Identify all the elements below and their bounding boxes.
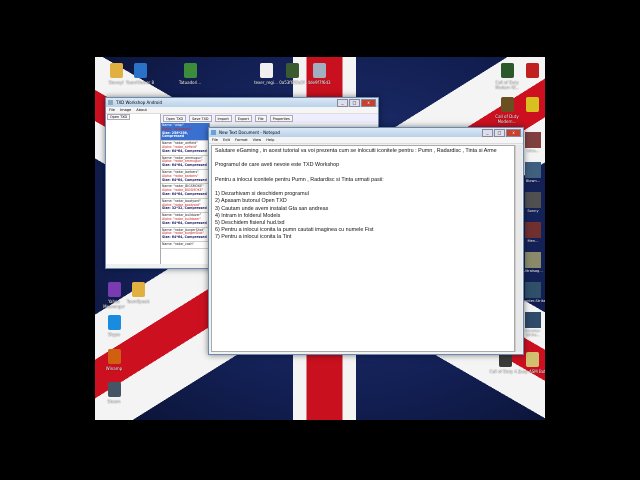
desktop-shortcut[interactable]: Winamp	[97, 349, 131, 371]
texture-list-item[interactable]: Name: "radar_cash"	[161, 241, 209, 249]
texture-list-item[interactable]: Name: "radar_airfield" Alpha: "radar_airf…	[161, 141, 209, 156]
texture-size: Size: 256*256, Compressed	[162, 130, 188, 139]
texture-list-item[interactable]: Name: "wlop" Alpha: "wlopmask" Size: 256*2…	[161, 123, 209, 142]
toolbar-properties-button[interactable]: Properties	[269, 115, 293, 122]
minimize-button[interactable]: _	[337, 99, 348, 107]
menu-item-image[interactable]: Image	[120, 107, 131, 113]
steam-icon	[107, 382, 121, 397]
texture-list-item[interactable]: Name: "radar_barbers" Alpha: "radar_barbe…	[161, 169, 209, 185]
desktop-shortcut-label: TeamViewer 8	[126, 80, 154, 85]
txd-texture-list[interactable]: Name: "wlop" Alpha: "wlopmask" Size: 256*2…	[161, 123, 210, 264]
desktop-shortcut-label: 4de9f7f6d3	[307, 80, 331, 85]
maximize-button[interactable]: □	[494, 129, 505, 137]
winamp-icon	[107, 349, 121, 364]
close-button[interactable]: x	[506, 129, 521, 137]
game-icon-1	[525, 132, 541, 148]
exe-icon	[525, 352, 539, 367]
game-icon-2	[525, 162, 541, 178]
texture-list-item[interactable]: Name: "radar_burgerShot" Alpha: "radar_bu…	[161, 227, 209, 242]
notepad-window[interactable]: New Text Document - Notepad _ □ x File Ed…	[208, 127, 524, 355]
desktop-shortcut[interactable]	[515, 97, 545, 114]
texture-size: Size: 64*64, Compressed	[162, 148, 207, 153]
flag-icon	[183, 63, 197, 78]
cs-icon-2	[525, 312, 541, 328]
game-icon-3	[525, 192, 541, 208]
txd-app-icon	[108, 100, 113, 105]
minimize-button[interactable]: _	[482, 129, 493, 137]
desktop-shortcut[interactable]: Skype	[97, 315, 131, 337]
desktop-shortcut-label: Easy ASM Bot	[518, 369, 545, 374]
teamspeak-folder-icon	[131, 282, 145, 297]
menu-item-file[interactable]: File	[212, 137, 218, 143]
cs-icon	[525, 282, 541, 298]
game-icon-5	[525, 252, 541, 268]
desktop-shortcut-label: Winamp	[105, 366, 123, 371]
desktop-shortcut[interactable]: Tatuadori...	[173, 63, 207, 85]
desktop-shortcut[interactable]: Steam	[97, 382, 131, 404]
texture-list-item[interactable]: Name: "radar_bulldozer" Alpha: "radar_bul…	[161, 213, 209, 228]
desktop-shortcut[interactable]: TeamSpeak	[121, 282, 155, 304]
menu-item-edit[interactable]: Edit	[223, 137, 230, 143]
txd-toolbar: Open TXD Save TXD Import Export File Properti…	[161, 114, 378, 123]
notepad-titlebar[interactable]: New Text Document - Notepad _ □ x	[209, 128, 523, 137]
desktop-shortcut[interactable]	[515, 63, 545, 80]
txd-menubar: File Image About	[106, 107, 378, 114]
desktop-shortcut[interactable]: 4de9f7f6d3	[302, 63, 336, 85]
notepad-window-title: New Text Document - Notepad	[219, 130, 281, 135]
menu-item-help[interactable]: Help	[266, 137, 274, 143]
image-file-icon	[312, 63, 326, 78]
yahoo-icon	[107, 282, 121, 297]
cod-mw2-icon	[500, 97, 514, 112]
texture-size: Size: 64*64, Compressed	[162, 177, 207, 182]
cod-mw-icon	[500, 63, 514, 78]
desktop-shortcut-label: Call of Duty Modern W...	[495, 80, 519, 90]
game-icon-4	[525, 222, 541, 238]
desktop-shortcut-label: Skype	[107, 332, 121, 337]
toolbar-file-button[interactable]: File	[254, 115, 267, 122]
open-txd-small-button[interactable]: Open TXD	[107, 114, 131, 120]
txd-left-pane: Open TXD	[106, 114, 161, 264]
skype-icon	[107, 315, 121, 330]
desktop-shortcut[interactable]: TeamViewer 8	[123, 63, 157, 85]
texture-size: Size: 64*64, Compressed	[162, 235, 207, 240]
green-app-icon	[285, 63, 299, 78]
notepad-scrollbar[interactable]	[515, 145, 522, 352]
desktop-shortcut[interactable]: Easy ASM Bot	[515, 352, 545, 374]
texture-name: Name: "radar_cash"	[162, 241, 194, 246]
toolbar-export-button[interactable]: Export	[234, 115, 252, 122]
notepad-menubar: File Edit Format View Help	[209, 137, 523, 144]
close-button[interactable]: x	[361, 99, 376, 107]
txd-window-title: TXD Workshop Android	[116, 100, 163, 105]
notepad-app-icon	[211, 130, 216, 135]
desktop-shortcut-label: TeamSpeak	[126, 299, 150, 304]
teamviewer-icon	[133, 63, 147, 78]
desktop-shortcut-label: Tatuadori...	[178, 80, 202, 85]
texture-list-item[interactable]: Name: "radar_ammugun" Alpha: "radar_ammug…	[161, 155, 209, 170]
menu-item-format[interactable]: Format	[235, 137, 248, 143]
toolbar-save-txd-button[interactable]: Save TXD	[189, 115, 212, 122]
texture-size: Size: 64*64, Compressed	[162, 191, 207, 196]
toolbar-import-button[interactable]: Import	[214, 115, 232, 122]
m-logo-icon	[525, 63, 539, 78]
toolbar-open-txd-button[interactable]: Open TXD	[163, 115, 187, 122]
notepad-text-area[interactable]: Salutare eGaming , in acest tutorial va …	[211, 145, 515, 352]
texture-size: Size: 64*64, Compressed	[162, 163, 207, 168]
maximize-button[interactable]: □	[349, 99, 360, 107]
menu-item-file[interactable]: File	[109, 107, 115, 113]
document-icon	[259, 63, 273, 78]
folder-icon	[109, 63, 123, 78]
texture-size: Size: 64*64, Compressed	[162, 220, 207, 225]
desktop-shortcut-label: Call of Duty Modern...	[495, 114, 519, 124]
txd-titlebar[interactable]: TXD Workshop Android _ □ x	[106, 98, 378, 107]
menu-item-view[interactable]: View	[253, 137, 262, 143]
texture-size: Size: 32*32, Compressed	[162, 206, 207, 211]
desktop-shortcut-label: Steam	[107, 399, 121, 404]
texture-list-item[interactable]: Name: "radar_BIGSMOKE" Alpha: "radar_BIGS…	[161, 184, 209, 199]
menu-item-about[interactable]: About	[136, 107, 147, 113]
desktop: Steveyl TeamViewer 8 Tatuadori... texer_reg…	[95, 57, 545, 420]
texture-list-item[interactable]: Name: "radar_boatyard" Alpha: "radar_boat…	[161, 198, 209, 214]
uac-shield-icon	[525, 97, 539, 112]
